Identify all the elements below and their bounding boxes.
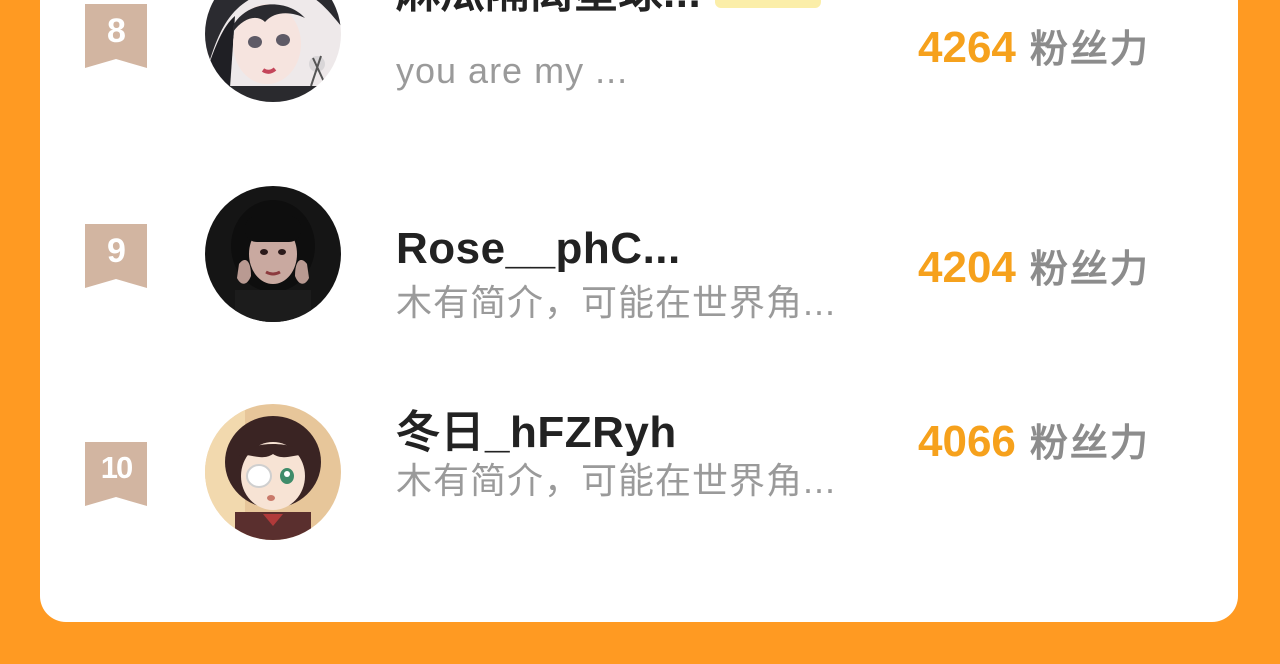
fan-power-label: 粉丝力 xyxy=(1029,249,1150,291)
name-line: Rose__phC... xyxy=(396,224,681,274)
user-bio: you are my ... xyxy=(396,50,629,91)
ranking-row[interactable]: 9 Rose__phC... 木有简介，可能在世界角... 4204 粉丝力 xyxy=(40,180,1238,323)
rank-badge: 9 xyxy=(85,224,147,288)
fan-ranking-page: 8 麻瓜隔离星球... 大粉丝 xyxy=(0,0,1280,664)
ranking-row[interactable]: 8 麻瓜隔离星球... 大粉丝 xyxy=(40,0,1238,102)
fan-power-value: 4264 xyxy=(918,23,1016,72)
user-avatar[interactable] xyxy=(205,404,341,540)
ranking-row[interactable]: 10 冬日_hFZRyh 木有简介，可能在世界角... 4066 粉丝力 xyxy=(40,396,1238,540)
user-bio: 木有简介，可能在世界角... xyxy=(396,282,837,323)
fan-level-badge: 大粉丝 xyxy=(715,0,822,8)
fan-power-value: 4204 xyxy=(918,243,1016,292)
fan-power: 4066 粉丝力 xyxy=(918,412,1150,467)
rank-number: 10 xyxy=(100,450,134,485)
user-name[interactable]: Rose__phC... xyxy=(396,224,681,274)
name-line: 冬日_hFZRyh xyxy=(396,396,677,460)
fan-power: 4204 粉丝力 xyxy=(918,238,1150,293)
ranking-card: 8 麻瓜隔离星球... 大粉丝 xyxy=(40,0,1238,622)
anime-eyepatch-avatar-icon xyxy=(205,404,341,540)
user-name[interactable]: 冬日_hFZRyh xyxy=(396,396,677,460)
fan-power-label: 粉丝力 xyxy=(1029,423,1150,465)
rank-badge: 8 xyxy=(85,4,147,68)
fan-power: 4264 粉丝力 xyxy=(918,18,1150,73)
user-avatar[interactable] xyxy=(205,0,341,102)
rank-number: 8 xyxy=(107,12,126,50)
fan-power-label: 粉丝力 xyxy=(1029,29,1150,71)
user-bio: 木有简介，可能在世界角... xyxy=(396,460,837,501)
user-name[interactable]: 麻瓜隔离星球... xyxy=(396,0,701,20)
name-line: 麻瓜隔离星球... 大粉丝 xyxy=(396,0,822,20)
fan-power-value: 4066 xyxy=(918,417,1016,466)
rank-badge: 10 xyxy=(85,442,147,506)
user-avatar[interactable] xyxy=(205,186,341,322)
portrait-photo-avatar-icon xyxy=(205,186,341,322)
rank-number: 9 xyxy=(107,232,126,270)
anime-girl-avatar-icon xyxy=(205,0,341,102)
